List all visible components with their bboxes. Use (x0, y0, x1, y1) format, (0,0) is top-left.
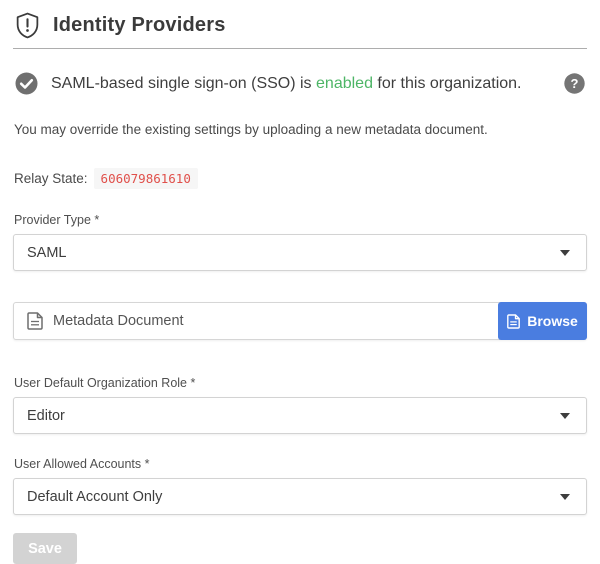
identity-providers-page: Identity Providers SAML-based single sig… (0, 0, 600, 564)
allowed-accounts-group: User Allowed Accounts * Default Account … (13, 457, 587, 515)
relay-state-row: Relay State: 606079861610 (13, 168, 587, 189)
page-title: Identity Providers (53, 14, 226, 37)
header-divider (13, 48, 587, 49)
provider-type-value: SAML (27, 245, 67, 261)
chevron-down-icon (560, 413, 570, 419)
page-header: Identity Providers (13, 10, 587, 39)
save-button[interactable]: Save (13, 533, 77, 564)
document-icon (27, 312, 43, 330)
status-state: enabled (316, 75, 373, 92)
default-org-role-label: User Default Organization Role * (13, 376, 587, 390)
browse-button-label: Browse (527, 313, 578, 329)
sso-status-row: SAML-based single sign-on (SSO) is enabl… (13, 72, 587, 95)
chevron-down-icon (560, 494, 570, 500)
provider-type-select[interactable]: SAML (13, 234, 587, 271)
allowed-accounts-select[interactable]: Default Account Only (13, 478, 587, 515)
default-org-role-value: Editor (27, 408, 65, 424)
sso-status-message: SAML-based single sign-on (SSO) is enabl… (51, 75, 522, 93)
chevron-down-icon (560, 250, 570, 256)
shield-alert-icon (15, 12, 40, 39)
help-icon[interactable]: ? (564, 73, 585, 94)
status-prefix: SAML-based single sign-on (SSO) is (51, 75, 312, 92)
metadata-upload-placeholder: Metadata Document (53, 313, 184, 329)
relay-state-label: Relay State: (14, 171, 88, 186)
default-org-role-select[interactable]: Editor (13, 397, 587, 434)
provider-type-group: Provider Type * SAML (13, 213, 587, 271)
allowed-accounts-value: Default Account Only (27, 489, 162, 505)
provider-type-label: Provider Type * (13, 213, 587, 227)
status-suffix: for this organization. (377, 75, 521, 92)
browse-document-icon (507, 314, 520, 329)
override-note: You may override the existing settings b… (13, 122, 587, 137)
metadata-upload-field[interactable]: Metadata Document Browse (13, 302, 587, 340)
browse-button[interactable]: Browse (498, 302, 587, 340)
svg-text:?: ? (571, 76, 579, 91)
metadata-upload-left[interactable]: Metadata Document (14, 312, 184, 330)
relay-state-value: 606079861610 (94, 168, 198, 189)
check-circle-icon (15, 72, 38, 95)
allowed-accounts-label: User Allowed Accounts * (13, 457, 587, 471)
default-org-role-group: User Default Organization Role * Editor (13, 376, 587, 434)
